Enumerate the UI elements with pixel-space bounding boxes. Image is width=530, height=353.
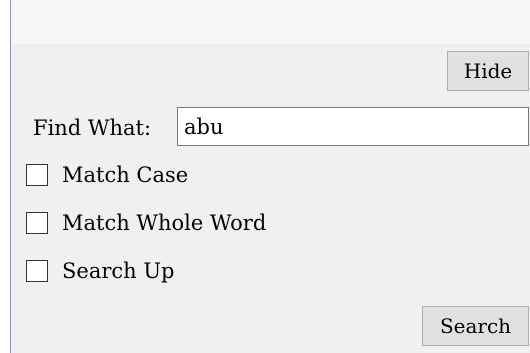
match-case-label[interactable]: Match Case [62, 160, 188, 190]
match-whole-word-option[interactable]: Match Whole Word [26, 208, 266, 238]
match-whole-word-checkbox[interactable] [26, 212, 48, 234]
search-button[interactable]: Search [422, 306, 529, 346]
match-case-checkbox[interactable] [26, 164, 48, 186]
panel-header-strip [11, 0, 530, 45]
search-up-label[interactable]: Search Up [62, 256, 174, 286]
hide-button[interactable]: Hide [447, 51, 529, 91]
find-what-label: Find What: [33, 116, 152, 140]
match-case-option[interactable]: Match Case [26, 160, 188, 190]
search-up-checkbox[interactable] [26, 260, 48, 282]
search-up-option[interactable]: Search Up [26, 256, 174, 286]
match-whole-word-label[interactable]: Match Whole Word [62, 208, 266, 238]
find-what-input[interactable] [177, 107, 529, 146]
find-panel: Hide Find What: Match Case Match Whole W… [10, 0, 530, 353]
